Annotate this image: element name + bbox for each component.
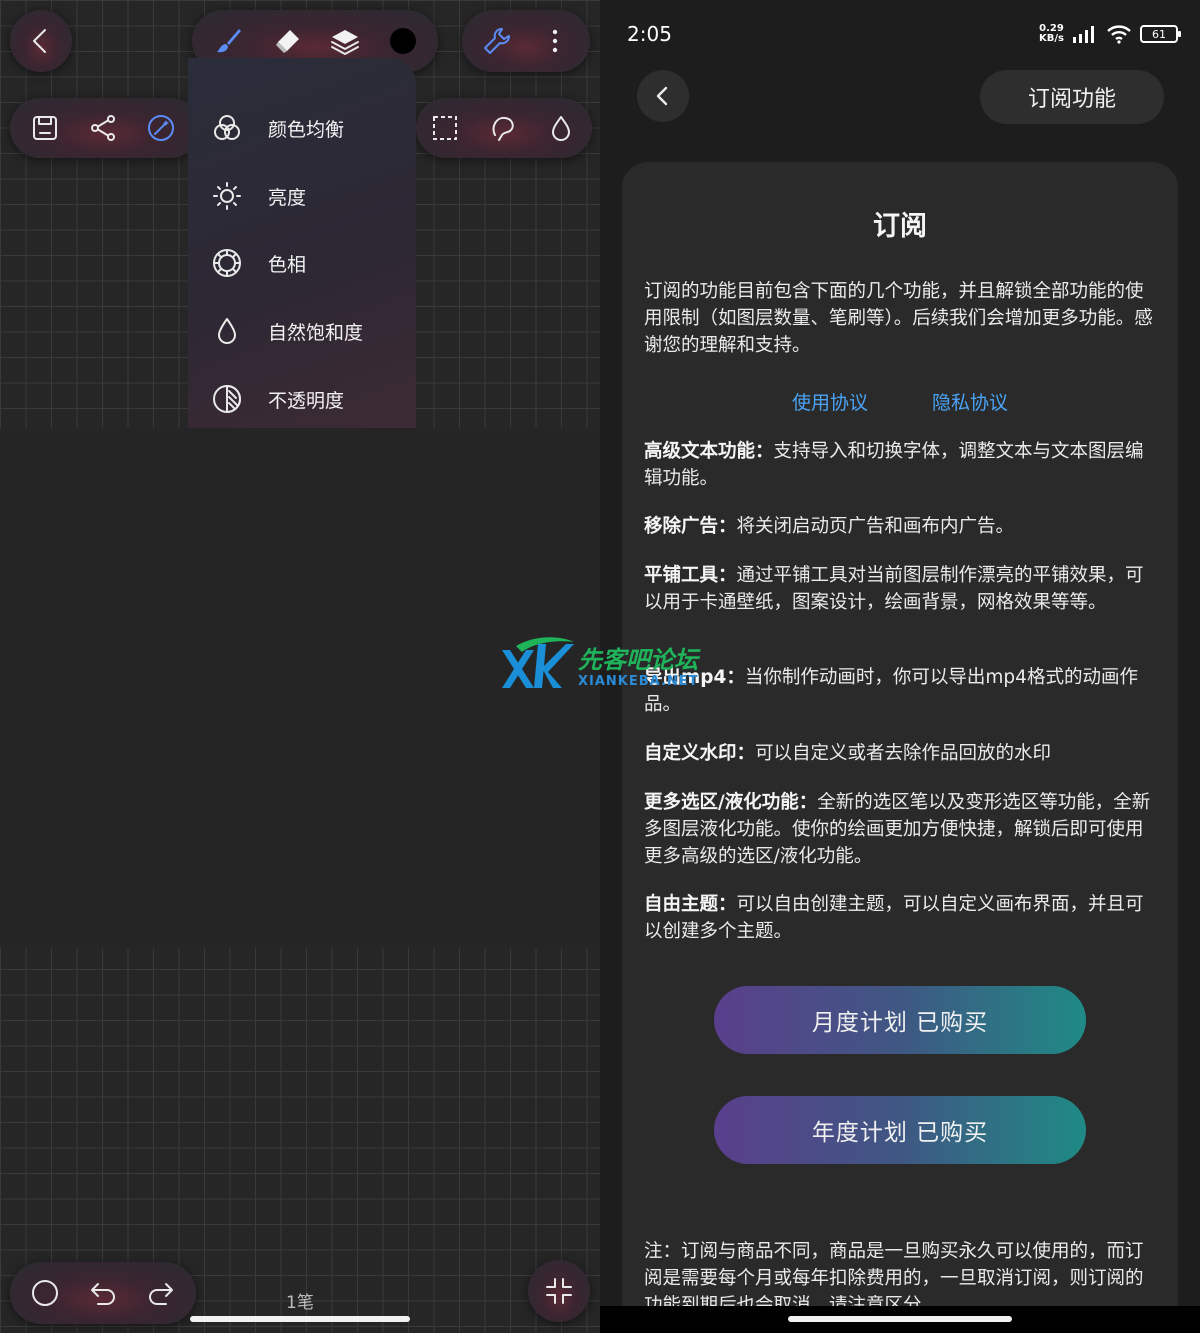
more-vertical-icon: [552, 29, 558, 53]
collapse-button[interactable]: [528, 1260, 590, 1322]
redo-button[interactable]: [132, 1264, 190, 1322]
menu-item-color-balance[interactable]: 颜色均衡: [212, 108, 344, 148]
home-indicator[interactable]: [788, 1316, 1012, 1322]
home-indicator[interactable]: [190, 1316, 410, 1322]
brightness-icon: [213, 182, 241, 210]
feature-item: 更多选区/液化功能：全新的选区笔以及变形选区等功能，全新多图层液化功能。使你的绘…: [644, 789, 1154, 870]
menu-item-brightness[interactable]: 亮度: [212, 176, 306, 216]
feature-name: 更多选区/液化功能：: [644, 792, 818, 813]
menu-item-label: 色相: [268, 253, 307, 276]
menu-item-hue[interactable]: 色相: [212, 243, 306, 283]
selection-button[interactable]: [416, 99, 474, 157]
settings-toolbar: [462, 10, 590, 72]
chevron-left-icon: [656, 86, 668, 106]
wrench-icon: [484, 28, 510, 54]
signal-icon: [1073, 26, 1094, 43]
undo-icon: [91, 1283, 115, 1305]
hue-icon: [213, 249, 241, 277]
wrench-button[interactable]: [468, 12, 526, 70]
drop-icon: [552, 116, 570, 141]
battery-indicator: 61: [1140, 25, 1181, 43]
liquify-button[interactable]: [532, 99, 590, 157]
more-button[interactable]: [526, 12, 584, 70]
color-balance-icon: [214, 115, 240, 140]
status-time: 2:05: [627, 22, 672, 46]
feature-desc: 将关闭启动页广告和画布内广告。: [736, 516, 1015, 537]
chevron-left-icon: [33, 29, 46, 53]
network-speed: 0.29 KB/s: [1039, 24, 1064, 44]
lasso-icon: [492, 116, 514, 141]
feature-item: 自定义水印：可以自定义或者去除作品回放的水印: [644, 740, 1154, 767]
menu-item-label: 自然饱和度: [268, 321, 364, 344]
collapse-icon: [546, 1278, 572, 1304]
status-bar-icons: 0.29 KB/s 61: [1039, 24, 1181, 44]
feature-item: 自由主题：可以自由创建主题，可以自定义画布界面，并且可以创建多个主题。: [644, 891, 1154, 945]
circle-icon: [32, 1280, 58, 1306]
feature-name: 自定义水印：: [644, 743, 756, 764]
drawing-app-panel: 颜色均衡 亮度 色相 自然饱和度 不透明度 1笔: [0, 0, 600, 1333]
opacity-icon: [213, 385, 241, 413]
share-icon: [91, 115, 115, 141]
privacy-link[interactable]: 隐私协议: [932, 388, 1008, 415]
back-button[interactable]: [10, 10, 72, 72]
feature-item: 高级文本功能：支持导入和切换字体，调整文本与文本图层编辑功能。: [644, 438, 1154, 492]
intro-text: 订阅的功能目前包含下面的几个功能，并且解锁全部功能的使用限制（如图层数量、笔刷等…: [644, 281, 1153, 356]
save-icon: [33, 116, 57, 140]
magic-wand-icon: [148, 115, 174, 141]
subscription-panel: 2:05 0.29 KB/s 61 订阅功能 订阅 订阅的功能目前包含下面的几个…: [600, 0, 1200, 1333]
back-button[interactable]: [637, 70, 689, 122]
subscription-note: 注：订阅与商品不同，商品是一旦购买永久可以使用的，而订阅是需要每个月或每年扣除费…: [644, 1241, 1144, 1310]
adjustments-dropdown: 颜色均衡 亮度 色相 自然饱和度 不透明度: [188, 58, 416, 428]
adjust-button[interactable]: [132, 99, 190, 157]
selection-icon: [433, 116, 457, 140]
shape-button[interactable]: [16, 1264, 74, 1322]
menu-item-label: 亮度: [268, 186, 307, 209]
menu-item-label: 不透明度: [268, 389, 345, 412]
wifi-icon: [1107, 25, 1131, 44]
feature-item: 平铺工具：通过平铺工具对当前图层制作漂亮的平铺效果，可以用于卡通壁纸，图案设计，…: [644, 562, 1154, 616]
card-title: 订阅: [873, 211, 927, 242]
layers-icon: [331, 30, 359, 55]
feature-name: 移除广告：: [644, 516, 737, 537]
color-swatch-icon: [390, 28, 416, 54]
subscription-card: 订阅 订阅的功能目前包含下面的几个功能，并且解锁全部功能的使用限制（如图层数量、…: [622, 162, 1178, 1333]
select-toolbar: [416, 98, 592, 158]
saturation-icon: [218, 318, 236, 344]
feature-name: 自由主题：: [644, 894, 737, 915]
feature-item: 移除广告：将关闭启动页广告和画布内广告。: [644, 513, 1154, 540]
file-toolbar: [10, 98, 200, 158]
drawing-canvas[interactable]: [0, 428, 600, 948]
monthly-plan-button[interactable]: 月度计划 已购买: [714, 986, 1086, 1054]
share-button[interactable]: [74, 99, 132, 157]
brush-icon: [217, 29, 241, 53]
feature-item: 导出mp4：当你制作动画时，你可以导出mp4格式的动画作品。: [644, 664, 1154, 718]
menu-item-saturation[interactable]: 自然饱和度: [212, 311, 363, 351]
feature-name: 高级文本功能：: [644, 441, 774, 462]
yearly-plan-button[interactable]: 年度计划 已购买: [714, 1096, 1086, 1164]
feature-name: 平铺工具：: [644, 565, 737, 586]
save-button[interactable]: [16, 99, 74, 157]
feature-name: 导出mp4：: [644, 667, 745, 688]
redo-icon: [149, 1283, 173, 1305]
subscription-features-button[interactable]: 订阅功能: [980, 70, 1164, 124]
feature-desc: 可以自定义或者去除作品回放的水印: [755, 743, 1052, 764]
menu-item-opacity[interactable]: 不透明度: [212, 379, 344, 419]
menu-item-label: 颜色均衡: [268, 118, 345, 141]
history-toolbar: [10, 1262, 196, 1324]
eraser-icon: [276, 30, 299, 53]
lasso-button[interactable]: [474, 99, 532, 157]
network-speed-unit: KB/s: [1039, 33, 1064, 44]
stroke-count: 1笔: [286, 1293, 314, 1313]
undo-button[interactable]: [74, 1264, 132, 1322]
terms-link[interactable]: 使用协议: [792, 388, 868, 415]
agreement-links: 使用协议 隐私协议: [622, 388, 1178, 415]
